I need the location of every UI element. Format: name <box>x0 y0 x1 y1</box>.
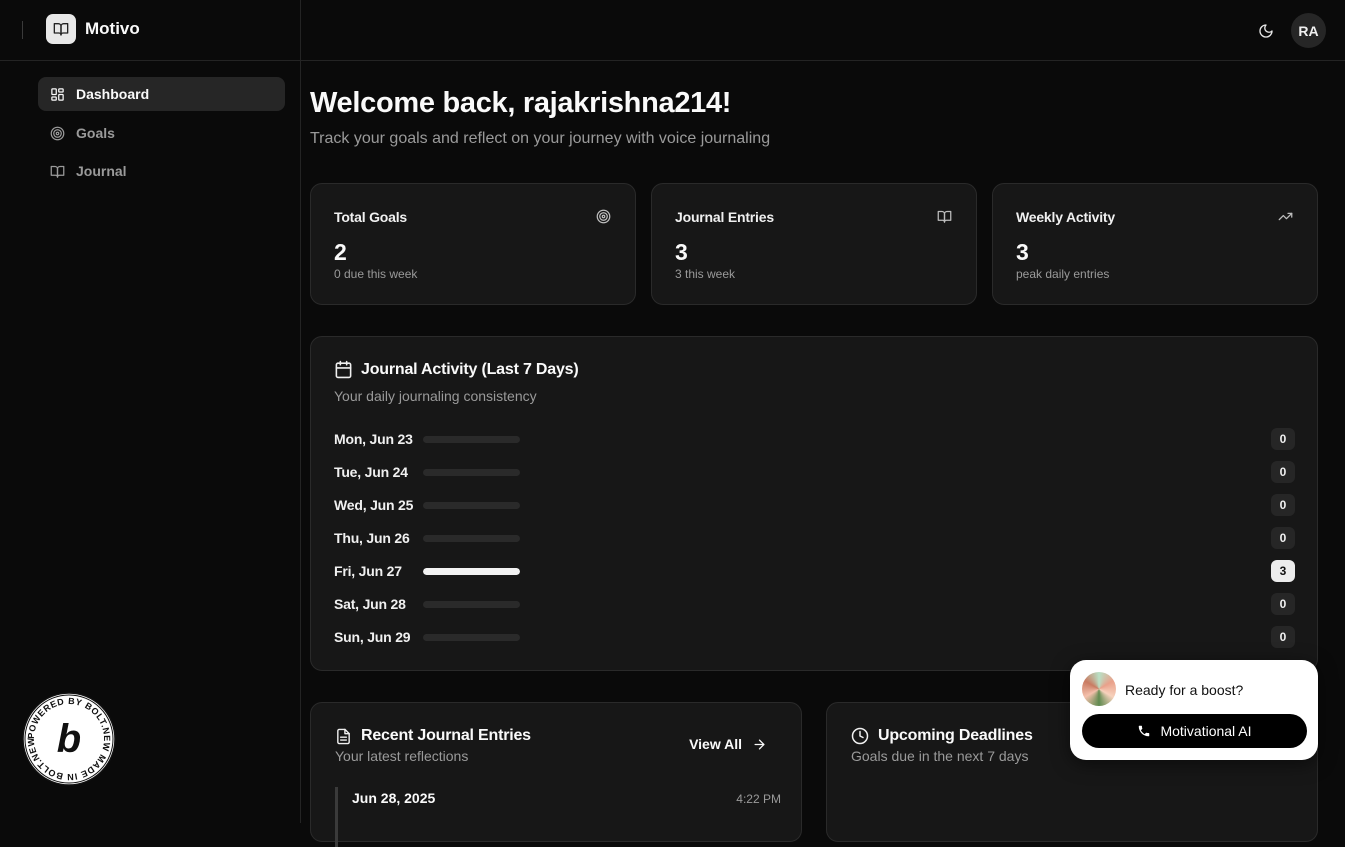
deadlines-subtitle: Goals due in the next 7 days <box>851 748 1029 764</box>
sidebar-item-dashboard[interactable]: Dashboard <box>38 77 285 111</box>
activity-count-badge: 3 <box>1271 560 1295 582</box>
calendar-icon <box>335 360 352 379</box>
theme-toggle-button[interactable] <box>1254 19 1278 43</box>
activity-count-badge: 0 <box>1271 461 1295 483</box>
activity-title: Journal Activity (Last 7 Days) <box>334 360 579 379</box>
sidebar-item-label: Dashboard <box>76 86 150 102</box>
sidebar-item-label: Journal <box>76 163 127 179</box>
ai-orb-icon <box>1082 672 1116 706</box>
activity-day-label: Wed, Jun 25 <box>334 497 414 513</box>
motivational-ai-label: Motivational AI <box>1160 723 1252 739</box>
activity-bar-fill <box>423 568 520 575</box>
activity-count-badge: 0 <box>1271 626 1295 648</box>
moon-icon <box>1259 24 1273 38</box>
entry-time: 4:22 PM <box>736 792 781 806</box>
activity-row: Sat, Jun 28 0 <box>334 593 1295 615</box>
avatar[interactable]: RA <box>1291 13 1326 48</box>
stat-value: 2 <box>334 239 347 265</box>
sidebar-item-label: Goals <box>76 125 115 141</box>
trending-up-icon <box>1278 212 1293 221</box>
phone-icon <box>1139 725 1150 737</box>
file-text-icon <box>337 728 350 744</box>
stat-card-total-goals: Total Goals 2 0 due this week <box>310 183 636 305</box>
page-subtitle: Track your goals and reflect on your jou… <box>310 130 771 147</box>
bolt-badge-icon[interactable]: POWERED BY BOLT.NEW MADE IN BOLT.NEW b <box>22 692 116 786</box>
view-all-label: View All <box>689 736 742 752</box>
clock-icon <box>851 727 869 745</box>
activity-count-badge: 0 <box>1271 527 1295 549</box>
activity-count-badge: 0 <box>1271 494 1295 516</box>
page-title: Welcome back, rajakrishna214! <box>310 87 732 119</box>
target-icon <box>596 209 611 224</box>
sidebar-toggle-divider <box>22 21 23 39</box>
activity-row: Tue, Jun 24 0 <box>334 461 1295 483</box>
activity-count-badge: 0 <box>1271 593 1295 615</box>
activity-row: Fri, Jun 27 3 <box>334 560 1295 582</box>
stat-title: Weekly Activity <box>1016 209 1115 225</box>
activity-bar-track <box>423 436 520 443</box>
recent-entries-title-text: Recent Journal Entries <box>361 727 531 744</box>
stat-title: Journal Entries <box>675 209 774 225</box>
book-logo-icon <box>46 14 76 44</box>
activity-subtitle: Your daily journaling consistency <box>334 388 537 404</box>
recent-entries-subtitle: Your latest reflections <box>335 748 469 764</box>
stat-subtext: 3 this week <box>675 267 736 281</box>
activity-row: Thu, Jun 26 0 <box>334 527 1295 549</box>
header-divider <box>300 0 301 61</box>
activity-row: Wed, Jun 25 0 <box>334 494 1295 516</box>
activity-row: Sun, Jun 29 0 <box>334 626 1295 648</box>
stat-subtext: 0 due this week <box>334 267 418 281</box>
svg-text:b: b <box>57 717 81 761</box>
activity-day-label: Fri, Jun 27 <box>334 563 402 579</box>
stat-value: 3 <box>675 239 688 265</box>
recent-entries-card: Recent Journal Entries Your latest refle… <box>310 702 802 847</box>
activity-bar-track <box>423 535 520 542</box>
motivational-ai-button[interactable]: Motivational AI <box>1082 714 1307 748</box>
stat-card-weekly-activity: Weekly Activity 3 peak daily entries <box>992 183 1318 305</box>
activity-title-text: Journal Activity (Last 7 Days) <box>361 360 579 378</box>
activity-day-label: Tue, Jun 24 <box>334 464 408 480</box>
arrow-right-icon <box>754 739 765 749</box>
activity-row: Mon, Jun 23 0 <box>334 428 1295 450</box>
top-bar: Motivo RA <box>0 0 1345 61</box>
stat-title: Total Goals <box>334 209 407 225</box>
sidebar-item-goals[interactable]: Goals <box>38 116 285 150</box>
activity-bar-track <box>423 601 520 608</box>
deadlines-title-text: Upcoming Deadlines <box>878 727 1033 744</box>
journal-activity-card: Journal Activity (Last 7 Days) Your dail… <box>310 336 1318 671</box>
stat-card-journal-entries: Journal Entries 3 3 this week <box>651 183 977 305</box>
book-open-icon <box>50 165 65 178</box>
activity-bar-track <box>423 634 520 641</box>
stat-subtext: peak daily entries <box>1016 267 1110 281</box>
activity-count-badge: 0 <box>1271 428 1295 450</box>
journal-entry-item[interactable]: Jun 28, 2025 4:22 PM <box>335 787 781 847</box>
deadlines-title: Upcoming Deadlines <box>851 727 1033 745</box>
stat-value: 3 <box>1016 239 1029 265</box>
activity-bar-track <box>423 469 520 476</box>
layout-dashboard-icon <box>51 87 64 101</box>
boost-prompt: Ready for a boost? <box>1125 682 1244 698</box>
recent-entries-title: Recent Journal Entries <box>335 727 531 745</box>
app-name: Motivo <box>85 19 140 38</box>
activity-bar-track <box>423 502 520 509</box>
activity-day-label: Thu, Jun 26 <box>334 530 410 546</box>
brand[interactable]: Motivo <box>46 14 140 44</box>
activity-day-label: Mon, Jun 23 <box>334 431 413 447</box>
entry-date: Jun 28, 2025 <box>352 790 436 806</box>
view-all-button[interactable]: View All <box>689 736 767 752</box>
book-open-icon <box>937 210 952 223</box>
activity-bar-track <box>423 568 520 575</box>
activity-day-label: Sun, Jun 29 <box>334 629 411 645</box>
motivational-ai-widget: Ready for a boost? Motivational AI <box>1070 660 1318 760</box>
activity-day-label: Sat, Jun 28 <box>334 596 406 612</box>
target-icon <box>50 126 65 140</box>
sidebar-item-journal[interactable]: Journal <box>38 154 285 188</box>
